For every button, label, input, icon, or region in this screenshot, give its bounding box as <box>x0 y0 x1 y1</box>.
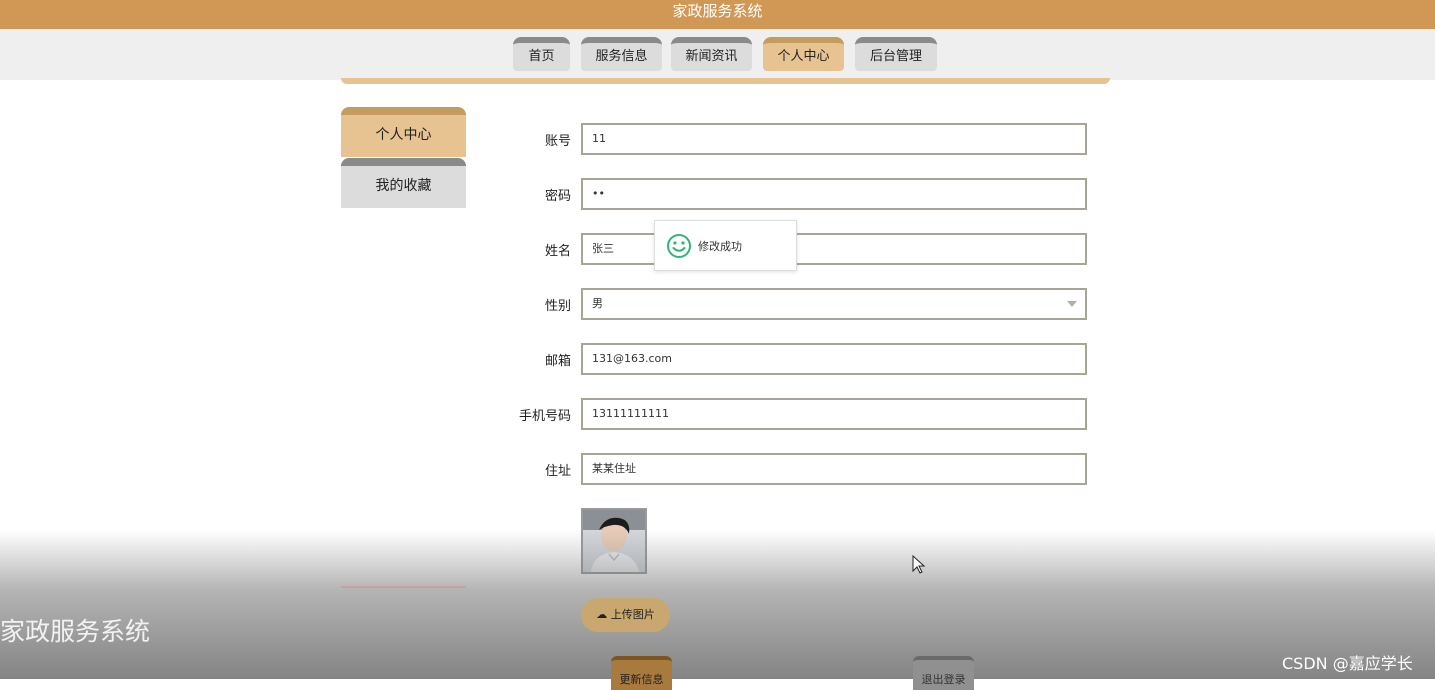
mouse-cursor-icon <box>912 555 926 574</box>
upload-image-button[interactable]: ☁ 上传图片 <box>581 598 670 632</box>
app-title-bar: 家政服务系统 <box>0 0 1435 29</box>
gender-label: 性别 <box>544 299 571 314</box>
footer-title: 家政服务系统 <box>0 617 151 646</box>
update-info-button[interactable]: 更新信息 <box>611 656 672 690</box>
nav-tab-news[interactable]: 新闻资讯 <box>671 37 752 71</box>
account-label: 账号 <box>544 134 571 149</box>
app-title: 家政服务系统 <box>672 2 763 20</box>
logout-button[interactable]: 退出登录 <box>913 656 974 690</box>
phone-label: 手机号码 <box>518 409 571 424</box>
phone-input[interactable]: 13111111111 <box>581 398 1087 430</box>
watermark: CSDN @嘉应学长 <box>1282 654 1413 673</box>
chevron-down-icon <box>1067 301 1077 307</box>
toast-message: 修改成功 <box>698 240 742 253</box>
upload-icon: ☁ <box>596 608 608 621</box>
footer-overlay <box>0 530 1435 679</box>
address-label: 住址 <box>544 464 571 479</box>
name-label: 姓名 <box>544 244 571 259</box>
password-input[interactable]: •• <box>581 178 1087 210</box>
gender-select[interactable]: 男 <box>581 288 1087 320</box>
email-label: 邮箱 <box>544 354 571 369</box>
sidebar-item-favorites[interactable]: 我的收藏 <box>341 158 466 208</box>
nav-tab-service-info[interactable]: 服务信息 <box>581 37 662 71</box>
address-input[interactable]: 某某住址 <box>581 453 1087 485</box>
email-input[interactable]: 131@163.com <box>581 343 1087 375</box>
nav-tab-admin[interactable]: 后台管理 <box>855 37 937 71</box>
sidebar-item-personal-center[interactable]: 个人中心 <box>341 107 466 157</box>
content-top-divider <box>341 78 1110 84</box>
nav-tab-personal-center[interactable]: 个人中心 <box>763 37 844 71</box>
smile-icon <box>667 234 691 258</box>
sidebar-bottom-divider <box>341 586 466 588</box>
password-label: 密码 <box>544 189 571 204</box>
nav-tab-home[interactable]: 首页 <box>513 37 570 71</box>
success-toast: 修改成功 <box>654 220 797 271</box>
account-input[interactable]: 11 <box>581 123 1087 155</box>
